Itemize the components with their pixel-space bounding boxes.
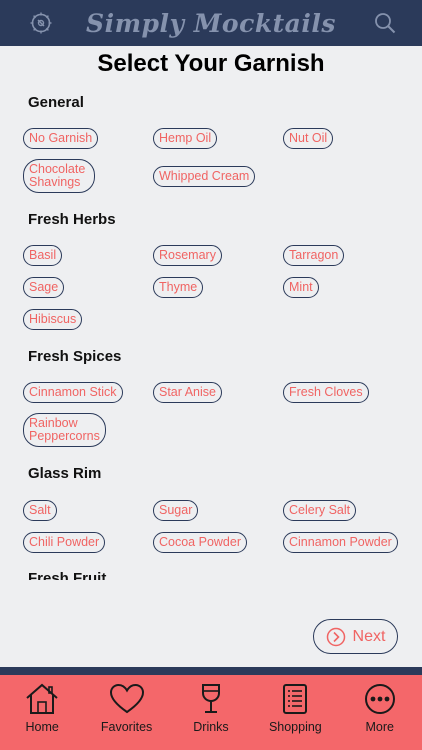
heart-icon [109,684,144,714]
garnish-chip[interactable]: Cinnamon Powder [283,532,398,553]
section-title-fresh-fruit: Fresh Fruit [28,570,107,580]
garnish-chip[interactable]: Chili Powder [23,532,106,553]
section-title-glass-rim: Glass Rim [28,465,102,482]
tab-label: Home [25,720,59,734]
garnish-list[interactable]: General No Garnish Hemp Oil Nut Oil Choc… [0,82,422,580]
tab-label: More [365,720,394,734]
garnish-chip[interactable]: Basil [23,245,63,266]
garnish-chip[interactable]: Fresh Cloves [283,382,369,403]
garnish-chip[interactable]: Tarragon [283,245,345,266]
garnish-chip[interactable]: Nut Oil [283,128,334,149]
tab-drinks[interactable]: Drinks [169,683,253,734]
tab-favorites[interactable]: Favorites [85,683,169,734]
garnish-chip[interactable]: Hibiscus [23,309,83,330]
garnish-chip[interactable]: Salt [23,500,57,521]
tab-shopping[interactable]: Shopping [253,683,337,734]
tabbar-divider [0,667,422,675]
wine-glass-icon [201,684,220,713]
garnish-chip[interactable]: Celery Salt [283,500,357,521]
tab-label: Favorites [100,720,153,734]
shopping-list-icon [283,684,308,714]
garnish-chip[interactable]: Mint [283,277,319,298]
tab-label: Shopping [268,720,322,734]
tab-more[interactable]: More [338,683,422,734]
arrow-right-circle-icon [326,627,345,646]
search-icon [375,13,396,34]
section-title-fresh-spices: Fresh Spices [28,348,122,365]
app-header: Simply Mocktails [0,0,422,46]
next-button-label: Next [352,627,386,645]
garnish-chip[interactable]: Cinnamon Stick [23,382,123,403]
garnish-chip[interactable]: Cocoa Powder [153,532,247,553]
next-button[interactable]: Next [313,619,398,654]
section-title-general: General [28,94,84,111]
app-logo-title: Simply Mocktails [86,8,336,38]
house-icon [26,683,58,714]
garnish-chip[interactable]: Chocolate Shavings [23,159,95,193]
garnish-chip[interactable]: Star Anise [153,382,222,403]
garnish-chip[interactable]: Rosemary [153,245,222,266]
garnish-chip[interactable]: Sugar [153,500,199,521]
garnish-chip[interactable]: Sage [23,277,65,298]
garnish-chip[interactable]: Whipped Cream [153,166,256,187]
section-title-fresh-herbs: Fresh Herbs [28,211,116,228]
search-button[interactable] [370,8,400,38]
page-title: Select Your Garnish [97,50,325,77]
tab-bar: Home Favorites Drinks Shopping More [0,675,422,750]
tab-home[interactable]: Home [0,683,84,734]
settings-button[interactable] [26,8,56,38]
ellipsis-icon [364,684,395,714]
garnish-chip[interactable]: Rainbow Peppercorns [23,413,106,447]
garnish-chip[interactable]: Hemp Oil [153,128,218,149]
garnish-chip[interactable]: No Garnish [23,128,99,149]
tab-label: Drinks [193,720,229,734]
app-screen: Simply Mocktails Select Your Garnish Gen… [0,0,422,750]
gear-icon [30,12,52,34]
garnish-chip[interactable]: Thyme [153,277,204,298]
